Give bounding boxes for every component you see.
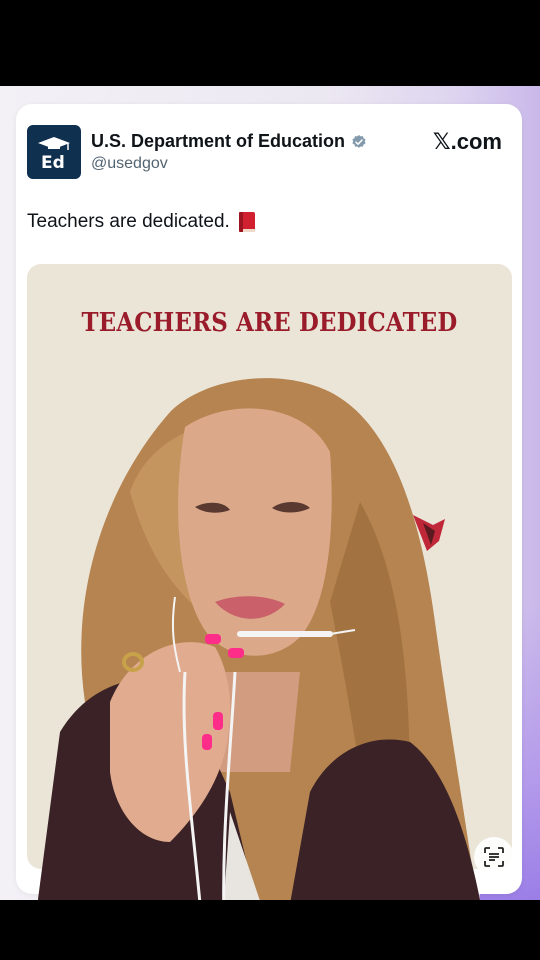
- account-avatar[interactable]: Ed: [27, 125, 81, 179]
- site-logo[interactable]: 𝕏 .com: [433, 129, 502, 155]
- tweet-text: Teachers are dedicated.: [27, 211, 230, 232]
- verified-badge-icon: [352, 134, 366, 148]
- media-title: TEACHERS ARE DEDICATED: [81, 308, 458, 338]
- avatar-text: Ed: [41, 153, 65, 173]
- visual-search-button[interactable]: [474, 837, 514, 877]
- top-letterbox: [0, 0, 540, 86]
- author-name[interactable]: U.S. Department of Education: [91, 131, 367, 152]
- x-logo-icon: 𝕏: [432, 130, 451, 155]
- scan-text-icon: [484, 847, 504, 867]
- site-suffix: .com: [450, 129, 502, 154]
- creator-overlay-figure: [30, 378, 490, 960]
- author-handle[interactable]: @usedgov: [91, 155, 168, 173]
- closed-book-icon: [238, 212, 255, 232]
- bottom-letterbox: [0, 900, 540, 960]
- author-name-text: U.S. Department of Education: [91, 131, 346, 151]
- education-logo-icon: Ed: [38, 137, 70, 173]
- tweet-body: Teachers are dedicated.: [27, 211, 256, 233]
